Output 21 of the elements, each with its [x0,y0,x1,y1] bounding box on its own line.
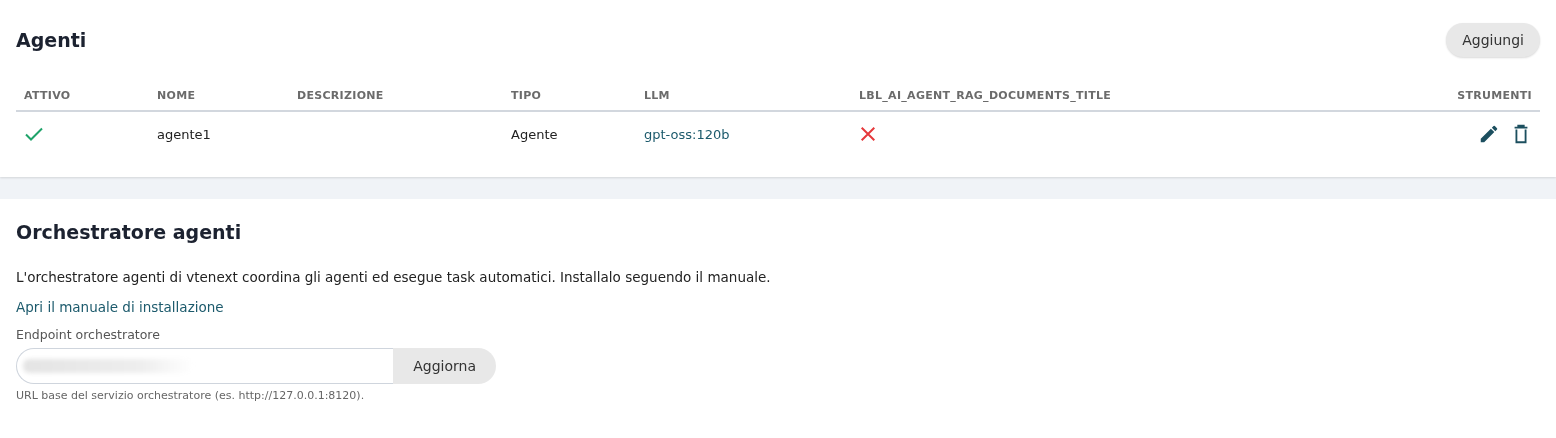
pencil-icon [1478,123,1500,145]
table-cell: agente1 [157,126,211,142]
add-button[interactable]: Aggiungi [1446,23,1540,57]
section-title: Agenti [16,29,87,51]
column-header: STRUMENTI [1420,76,1540,112]
table-cell: gpt-oss:120b [644,126,730,142]
field-label: Endpoint orchestratore [16,327,161,342]
update-button[interactable]: Aggiorna [393,348,496,384]
table-cell: Agente [511,126,558,142]
column-header: DESCRIZIONE [289,76,503,112]
help-text: URL base del servizio orchestratore (es. http://127.0.0.1:8120). [16,389,366,402]
edit-button[interactable] [1478,123,1500,145]
section-title: Orchestratore agenti [16,221,243,243]
column-header: TIPO [503,76,636,112]
column-header: ATTIVO [16,76,149,112]
endpoint-field[interactable] [16,348,394,384]
column-header: NOME [149,76,289,112]
manual-link[interactable]: Apri il manuale di installazione [16,299,224,315]
column-header: LLM [636,76,851,112]
description-text: L'orchestratore agenti di vtenext coordina gli agenti ed esegue task automatici. Installalo seguendo il manuale. [16,269,772,285]
column-header: LBL_AI_AGENT_RAG_DOCUMENTS_TITLE [851,76,1420,112]
